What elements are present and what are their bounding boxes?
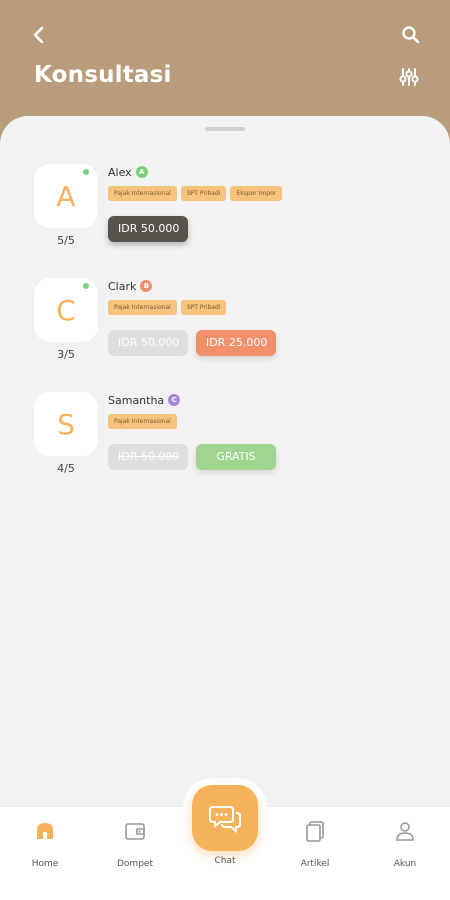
- nav-home[interactable]: Home: [10, 819, 80, 879]
- consultant-name: Clark: [108, 279, 137, 293]
- specialty-tag: SPT Pribadi: [180, 300, 227, 315]
- discount-price-button[interactable]: IDR 25.000: [196, 330, 276, 356]
- drag-handle[interactable]: [205, 127, 245, 131]
- rating: 5/5: [57, 234, 75, 247]
- specialty-tag: Pajak Internasional: [108, 414, 177, 429]
- chevron-left-icon: [33, 26, 44, 44]
- nav-account[interactable]: Akun: [370, 819, 440, 879]
- original-price: IDR 50.000: [108, 330, 188, 356]
- nav-articles[interactable]: Artikel: [280, 819, 350, 879]
- price-row: IDR 50.000: [108, 216, 188, 242]
- price-button[interactable]: IDR 50.000: [108, 216, 188, 242]
- consultant-card-samantha[interactable]: S 4/5 Samantha C Pajak Internasional IDR…: [34, 392, 424, 502]
- specialty-tag: Pajak Internasional: [108, 300, 177, 315]
- specialty-tags: Pajak Internasional SPT Pribadi Ekspor I…: [108, 186, 283, 201]
- consultant-name: Samantha: [108, 393, 165, 407]
- nav-wallet[interactable]: Dompet: [100, 819, 170, 879]
- name-row: Alex A: [108, 164, 148, 180]
- consultant-list-sheet: A 5/5 Alex A Pajak Internasional SPT Pri…: [0, 116, 450, 806]
- consultant-card-alex[interactable]: A 5/5 Alex A Pajak Internasional SPT Pri…: [34, 164, 424, 274]
- consultant-name: Alex: [108, 165, 132, 179]
- avatar-initial: A: [56, 179, 76, 213]
- grade-badge: C: [168, 394, 181, 406]
- original-price: IDR 50.000: [108, 444, 188, 470]
- avatar-initial: C: [56, 293, 76, 327]
- grade-badge: B: [140, 280, 153, 292]
- consultant-card-clark[interactable]: C 3/5 Clark B Pajak Internasional SPT Pr…: [34, 278, 424, 388]
- price-row: IDR 50.000 GRATIS: [108, 444, 276, 470]
- wallet-icon: [125, 823, 145, 840]
- page-title: Konsultasi: [34, 62, 172, 88]
- nav-articles-label: Artikel: [300, 859, 330, 869]
- specialty-tag: Ekspor Impor: [230, 186, 283, 201]
- online-indicator: [83, 169, 89, 175]
- nav-chat-label: Chat: [214, 856, 236, 866]
- nav-wallet-label: Dompet: [117, 859, 153, 869]
- specialty-tag: SPT Pribadi: [180, 186, 227, 201]
- specialty-tags: Pajak Internasional: [108, 414, 177, 429]
- avatar: A: [34, 164, 98, 228]
- grade-badge: A: [135, 166, 148, 178]
- search-button[interactable]: [398, 22, 424, 48]
- user-icon: [396, 822, 414, 841]
- avatar: S: [34, 392, 98, 456]
- avatar-initial: S: [57, 407, 75, 441]
- filter-sliders-icon: [399, 68, 419, 86]
- home-icon: [37, 823, 53, 839]
- specialty-tag: Pajak Internasional: [108, 186, 177, 201]
- price-row: IDR 50.000 IDR 25.000: [108, 330, 276, 356]
- name-row: Samantha C: [108, 392, 181, 408]
- nav-home-label: Home: [31, 859, 59, 869]
- filter-button[interactable]: [398, 66, 420, 88]
- search-icon: [402, 26, 420, 44]
- online-indicator: [83, 283, 89, 289]
- avatar: C: [34, 278, 98, 342]
- rating: 4/5: [57, 462, 75, 475]
- back-button[interactable]: [26, 22, 52, 48]
- rating: 3/5: [57, 348, 75, 361]
- name-row: Clark B: [108, 278, 153, 294]
- specialty-tags: Pajak Internasional SPT Pribadi: [108, 300, 227, 315]
- nav-chat-button[interactable]: [192, 785, 258, 851]
- articles-icon: [306, 821, 324, 842]
- free-price-button[interactable]: GRATIS: [196, 444, 276, 470]
- nav-account-label: Akun: [393, 859, 417, 869]
- chat-bubbles-icon: [209, 806, 241, 834]
